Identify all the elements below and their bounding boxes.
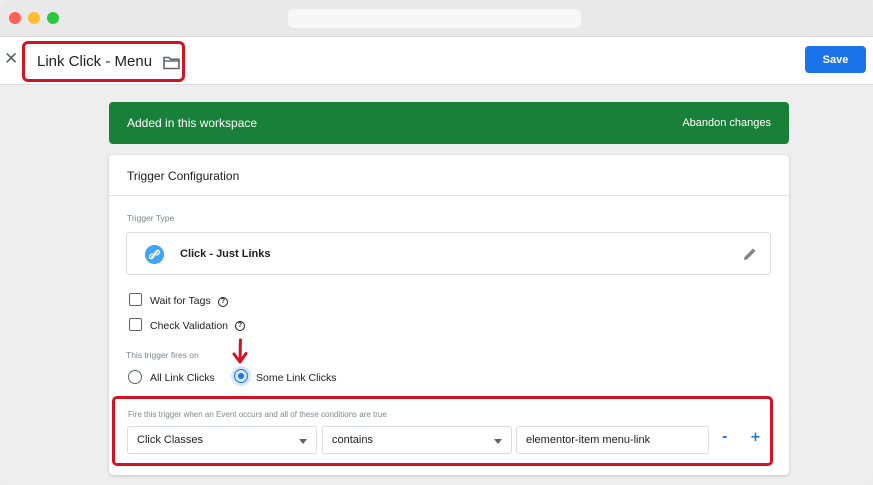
card-title: Trigger Configuration [127,169,240,183]
minimize-window-button[interactable] [28,12,40,24]
workspace-banner: Added in this workspace Abandon changes [109,102,789,144]
chevron-down-icon [299,439,307,444]
fires-on-label: This trigger fires on [126,350,199,360]
zoom-window-button[interactable] [47,12,59,24]
card-divider [109,195,789,196]
save-button[interactable]: Save [805,46,866,73]
trigger-name-highlight: Link Click - Menu [22,41,185,82]
help-icon[interactable]: ? [218,297,228,307]
abandon-changes-link[interactable]: Abandon changes [682,117,771,129]
app-window: ✕ Link Click - Menu Save Added in this w… [0,0,873,485]
trigger-type-name: Click - Just Links [180,248,271,260]
red-arrow-annotation [232,338,248,364]
some-link-clicks-radio[interactable] [234,369,248,383]
all-link-clicks-radio[interactable] [128,370,142,384]
remove-condition-button[interactable]: - [722,430,727,445]
check-validation-label: Check Validation [150,320,229,332]
chevron-down-icon [494,439,502,444]
close-icon[interactable]: ✕ [4,51,18,68]
trigger-type-label: Trigger Type [127,213,175,223]
trigger-name[interactable]: Link Click - Menu [37,53,152,70]
check-validation-checkbox[interactable] [129,318,142,331]
add-condition-button[interactable]: + [750,430,761,445]
window-titlebar [0,0,873,37]
operator-select[interactable]: contains [322,426,512,454]
editor-header: ✕ Link Click - Menu Save [0,37,873,85]
link-icon [145,245,164,264]
pencil-icon[interactable] [742,246,758,262]
folder-icon[interactable] [163,55,180,70]
wait-for-tags-checkbox[interactable] [129,293,142,306]
trigger-type-selector[interactable]: Click - Just Links [126,232,771,275]
wait-for-tags-label: Wait for Tags [150,295,211,307]
some-link-clicks-label: Some Link Clicks [256,372,337,384]
operator-value: contains [332,434,373,446]
condition-value-input[interactable] [516,426,709,454]
banner-message: Added in this workspace [127,116,258,130]
help-icon[interactable]: ? [235,321,245,331]
variable-value: Click Classes [137,434,204,446]
conditions-label: Fire this trigger when an Event occurs a… [128,410,387,419]
address-bar[interactable] [288,9,581,28]
close-window-button[interactable] [9,12,21,24]
all-link-clicks-label: All Link Clicks [150,372,215,384]
conditions-highlight: Fire this trigger when an Event occurs a… [112,396,773,466]
variable-select[interactable]: Click Classes [127,426,317,454]
